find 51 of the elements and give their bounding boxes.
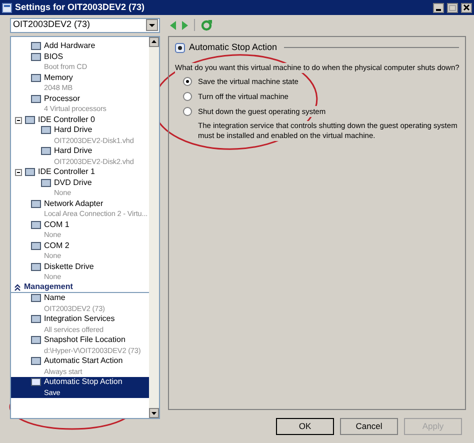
device-icon	[31, 377, 41, 387]
item-label: Network Adapter	[44, 198, 104, 209]
scrollbar[interactable]	[149, 37, 159, 418]
scroll-up-button[interactable]	[149, 37, 159, 47]
close-button[interactable]	[461, 2, 472, 12]
item-label: Hard Drive	[54, 125, 94, 136]
scroll-down-button[interactable]	[149, 408, 159, 418]
item-label: Name	[44, 293, 66, 304]
item-label: DVD Drive	[54, 178, 92, 188]
item-label: IDE Controller 0	[38, 114, 95, 125]
collapse-icon[interactable]	[15, 169, 22, 176]
item-label: COM 1	[44, 220, 70, 230]
maximize-button[interactable]	[447, 2, 458, 12]
device-icon	[41, 146, 51, 156]
item-label: Hard Drive	[54, 146, 94, 156]
dialog-button[interactable]: Cancel	[340, 418, 398, 435]
vm-dropdown[interactable]: OIT2003DEV2 (73)	[10, 18, 160, 32]
item-label: Add Hardware	[44, 41, 96, 52]
window-title: Settings for OIT2003DEV2 (73)	[15, 0, 145, 14]
tree-item[interactable]: IDE Controller 1	[11, 167, 149, 178]
tree-item[interactable]: IDE Controller 0	[11, 114, 149, 125]
section-title: Automatic Stop Action	[189, 41, 278, 54]
item-label: COM 2	[44, 240, 70, 251]
radio-button[interactable]	[183, 92, 192, 101]
item-label: IDE Controller 1	[38, 167, 95, 178]
radio-button[interactable]	[183, 107, 192, 116]
radio-button[interactable]	[183, 76, 192, 86]
item-label: Integration Services	[44, 314, 115, 324]
item-label: Automatic Start Action	[44, 356, 123, 366]
device-icon	[31, 72, 41, 82]
device-icon	[31, 198, 41, 208]
device-icon	[31, 335, 41, 345]
item-label: Memory	[44, 72, 73, 83]
item-label: Processor	[44, 94, 82, 104]
device-icon	[31, 262, 41, 272]
device-icon	[31, 356, 41, 366]
item-label: Diskette Drive	[44, 262, 94, 272]
item-label: Snapshot File Location	[44, 335, 126, 346]
collapse-icon[interactable]	[15, 116, 22, 124]
item-label: Automatic Stop Action	[44, 377, 122, 388]
device-icon	[31, 240, 41, 250]
dialog-button[interactable]: OK	[276, 418, 334, 435]
device-icon	[31, 314, 41, 324]
section-header: Management	[24, 282, 73, 292]
device-icon	[31, 293, 41, 303]
device-icon	[31, 220, 41, 230]
tree-item[interactable]: Add Hardware	[11, 41, 149, 52]
device-icon	[31, 94, 41, 104]
minimize-button[interactable]	[433, 2, 444, 12]
collapse-icon[interactable]	[14, 284, 21, 291]
item-label: BIOS	[44, 52, 64, 62]
